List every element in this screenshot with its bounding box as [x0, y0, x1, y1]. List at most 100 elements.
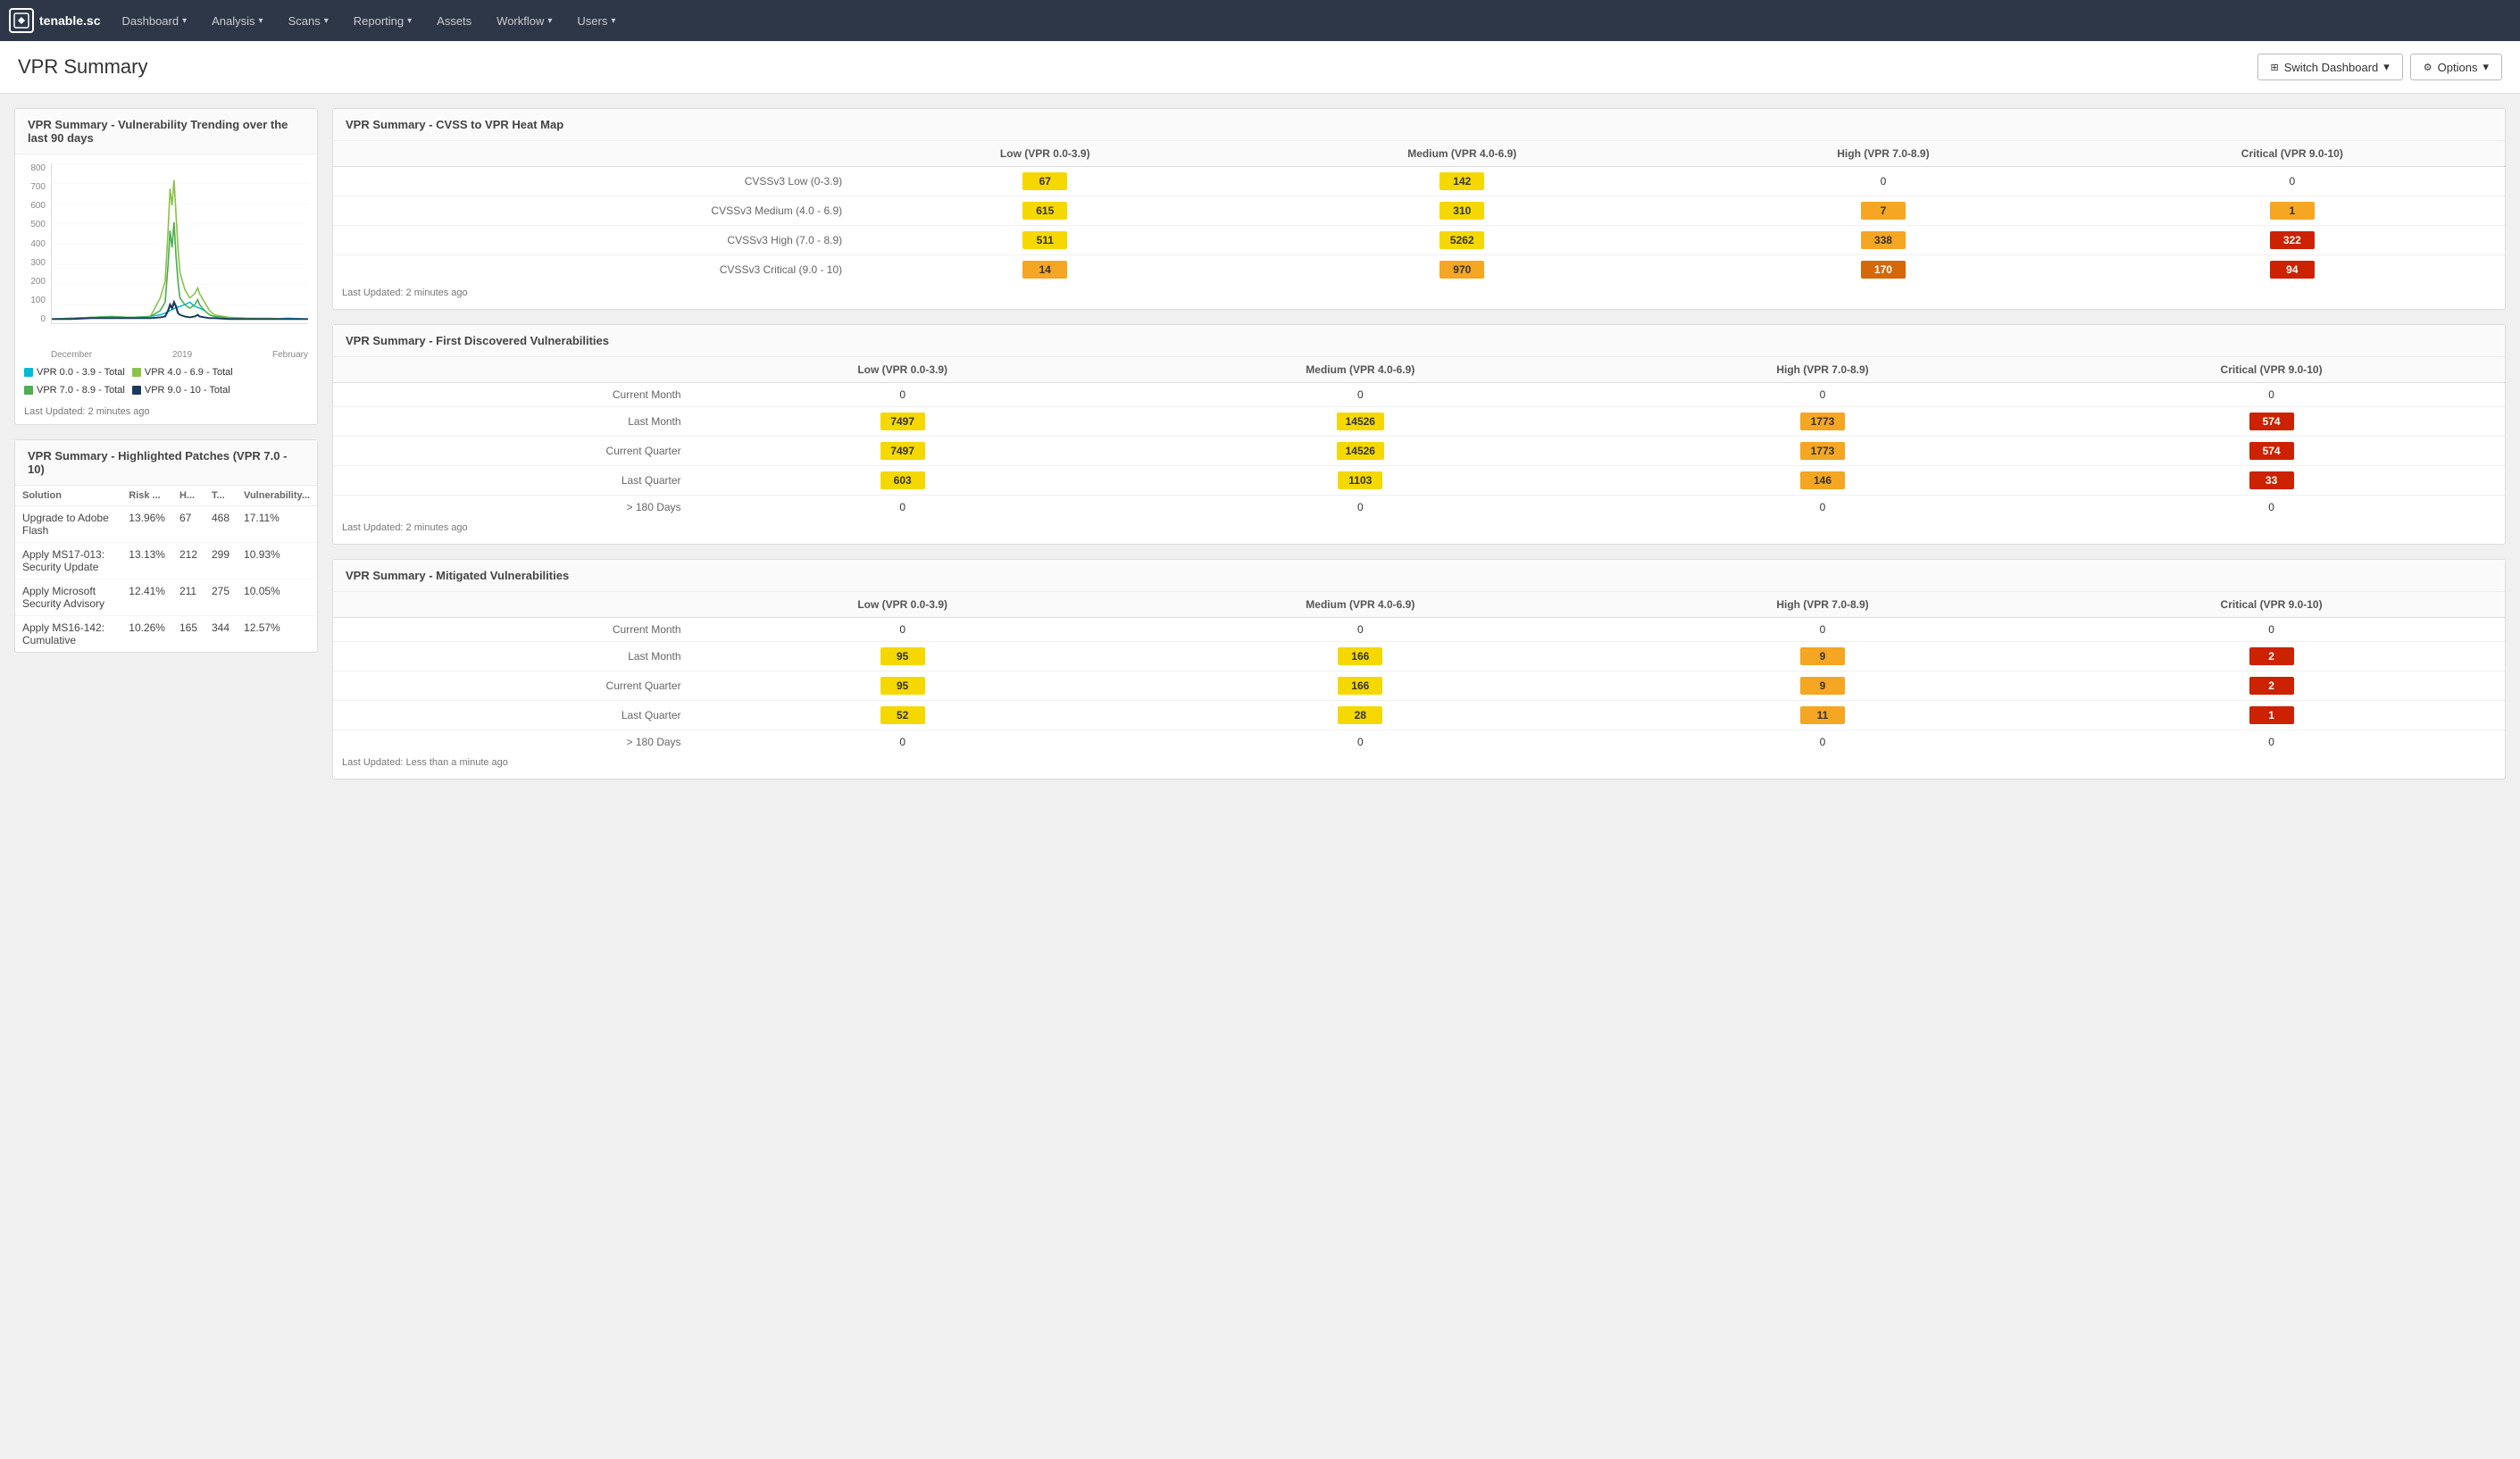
col-vuln: Vulnerability...	[237, 486, 317, 506]
cell-4-1: 0	[1114, 730, 1607, 755]
cell-3-0: 603	[692, 466, 1114, 496]
patches-row: Apply MS17-013: Security Update 13.13% 2…	[15, 543, 317, 579]
table-header-row: Low (VPR 0.0-3.9)Medium (VPR 4.0-6.9)Hig…	[333, 357, 2505, 383]
nav-item-scans[interactable]: Scans ▾	[276, 0, 341, 41]
cell-1-2: 9	[1607, 642, 2038, 671]
mitigated-card: VPR Summary - Mitigated Vulnerabilities …	[332, 559, 2506, 780]
cell-2-0: 511	[853, 226, 1237, 255]
users-caret: ▾	[611, 16, 615, 26]
grid-icon: ⊞	[2271, 62, 2279, 73]
cell-0-3: 0	[2038, 383, 2505, 407]
nav-item-reporting[interactable]: Reporting ▾	[341, 0, 424, 41]
nav-item-workflow[interactable]: Workflow ▾	[484, 0, 564, 41]
cell-3-3: 1	[2038, 701, 2505, 730]
cell-0-0: 0	[692, 618, 1114, 642]
reporting-caret: ▾	[407, 16, 412, 26]
heatmap-card: VPR Summary - CVSS to VPR Heat Map Low (…	[332, 108, 2506, 310]
brand[interactable]: tenable.sc	[9, 8, 100, 33]
brand-name: tenable.sc	[39, 13, 100, 28]
cell-0-2: 0	[1607, 618, 2038, 642]
cell-0-2: 0	[1687, 167, 2079, 196]
table-row: Last Quarter603110314633	[333, 466, 2505, 496]
cell-0-3: 0	[2038, 618, 2505, 642]
mitigated-header: VPR Summary - Mitigated Vulnerabilities	[333, 560, 2505, 592]
scans-caret: ▾	[324, 16, 329, 26]
cell-value: 310	[1439, 202, 1484, 220]
page-title: VPR Summary	[18, 55, 147, 79]
patch-risk: 10.26%	[121, 616, 172, 653]
patches-row: Upgrade to Adobe Flash 13.96% 67 468 17.…	[15, 506, 317, 543]
first-discovered-header: VPR Summary - First Discovered Vulnerabi…	[333, 325, 2505, 357]
cell-value: 574	[2249, 442, 2294, 460]
cell-3-2: 11	[1607, 701, 2038, 730]
cell-value: 11	[1800, 706, 1845, 724]
patch-solution: Apply MS17-013: Security Update	[15, 543, 121, 579]
cell-value: 338	[1861, 231, 1906, 249]
table-row: Last Quarter5228111	[333, 701, 2505, 730]
row-label-3: Last Quarter	[333, 466, 692, 496]
col-header-0	[333, 592, 692, 618]
switch-dashboard-button[interactable]: ⊞ Switch Dashboard ▾	[2257, 54, 2403, 80]
row-label-1: CVSSv3 Medium (4.0 - 6.9)	[333, 196, 853, 226]
col-header-2: Medium (VPR 4.0-6.9)	[1114, 592, 1607, 618]
cell-value: 9	[1800, 677, 1845, 695]
cell-value: 95	[880, 647, 925, 665]
patch-vuln: 12.57%	[237, 616, 317, 653]
col-header-2: Medium (VPR 4.0-6.9)	[1237, 141, 1687, 167]
patch-solution: Apply Microsoft Security Advisory	[15, 579, 121, 616]
patch-solution: Apply MS16-142: Cumulative	[15, 616, 121, 653]
main-content: VPR Summary - Vulnerability Trending ove…	[0, 94, 2520, 794]
cell-value: 9	[1800, 647, 1845, 665]
cell-value: 14526	[1337, 442, 1384, 460]
col-header-4: Critical (VPR 9.0-10)	[2038, 357, 2505, 383]
cell-value: 14526	[1337, 413, 1384, 430]
cell-1-0: 7497	[692, 407, 1114, 437]
row-label-3: Last Quarter	[333, 701, 692, 730]
nav-item-users[interactable]: Users ▾	[564, 0, 628, 41]
cell-3-1: 28	[1114, 701, 1607, 730]
first-discovered-body: Low (VPR 0.0-3.9)Medium (VPR 4.0-6.9)Hig…	[333, 357, 2505, 544]
col-header-0	[333, 357, 692, 383]
patches-header-row: Solution Risk ... H... T... Vulnerabilit…	[15, 486, 317, 506]
nav-item-dashboard[interactable]: Dashboard ▾	[109, 0, 199, 41]
mitigated-table: Low (VPR 0.0-3.9)Medium (VPR 4.0-6.9)Hig…	[333, 592, 2505, 754]
table-row: Current Month0000	[333, 618, 2505, 642]
patches-card-header: VPR Summary - Highlighted Patches (VPR 7…	[15, 440, 317, 486]
nav-item-assets[interactable]: Assets	[424, 0, 484, 41]
cell-value: 574	[2249, 413, 2294, 430]
patches-card: VPR Summary - Highlighted Patches (VPR 7…	[14, 439, 318, 653]
table-row: Current Month0000	[333, 383, 2505, 407]
cell-2-3: 2	[2038, 671, 2505, 701]
mit-last-updated: Last Updated: Less than a minute ago	[333, 754, 2505, 775]
patches-card-body: Solution Risk ... H... T... Vulnerabilit…	[15, 486, 317, 652]
cell-2-0: 7497	[692, 437, 1114, 466]
brand-icon	[9, 8, 34, 33]
patch-solution: Upgrade to Adobe Flash	[15, 506, 121, 543]
cell-1-3: 1	[2080, 196, 2505, 226]
cell-2-1: 166	[1114, 671, 1607, 701]
gear-icon: ⚙	[2424, 62, 2432, 73]
cell-4-2: 0	[1607, 496, 2038, 520]
fd-last-updated: Last Updated: 2 minutes ago	[333, 519, 2505, 540]
cell-value: 166	[1338, 677, 1382, 695]
options-button[interactable]: ⚙ Options ▾	[2410, 54, 2502, 80]
col-header-1: Low (VPR 0.0-3.9)	[692, 357, 1114, 383]
cell-value: 970	[1439, 261, 1484, 279]
patch-h: 211	[172, 579, 204, 616]
cell-value: 94	[2270, 261, 2315, 279]
table-row: Last Month9516692	[333, 642, 2505, 671]
cell-value: 52	[880, 706, 925, 724]
table-row: Current Quarter9516692	[333, 671, 2505, 701]
cell-3-0: 14	[853, 255, 1237, 285]
col-header-4: Critical (VPR 9.0-10)	[2038, 592, 2505, 618]
nav-items: Dashboard ▾ Analysis ▾ Scans ▾ Reporting…	[109, 0, 628, 41]
row-label-0: Current Month	[333, 383, 692, 407]
patch-t: 275	[204, 579, 237, 616]
row-label-4: > 180 Days	[333, 496, 692, 520]
nav-item-analysis[interactable]: Analysis ▾	[199, 0, 275, 41]
table-row: Last Month7497145261773574	[333, 407, 2505, 437]
analysis-caret: ▾	[259, 16, 263, 26]
cell-value: 1773	[1800, 413, 1845, 430]
cell-0-1: 0	[1114, 383, 1607, 407]
legend-dot-high	[24, 386, 33, 395]
